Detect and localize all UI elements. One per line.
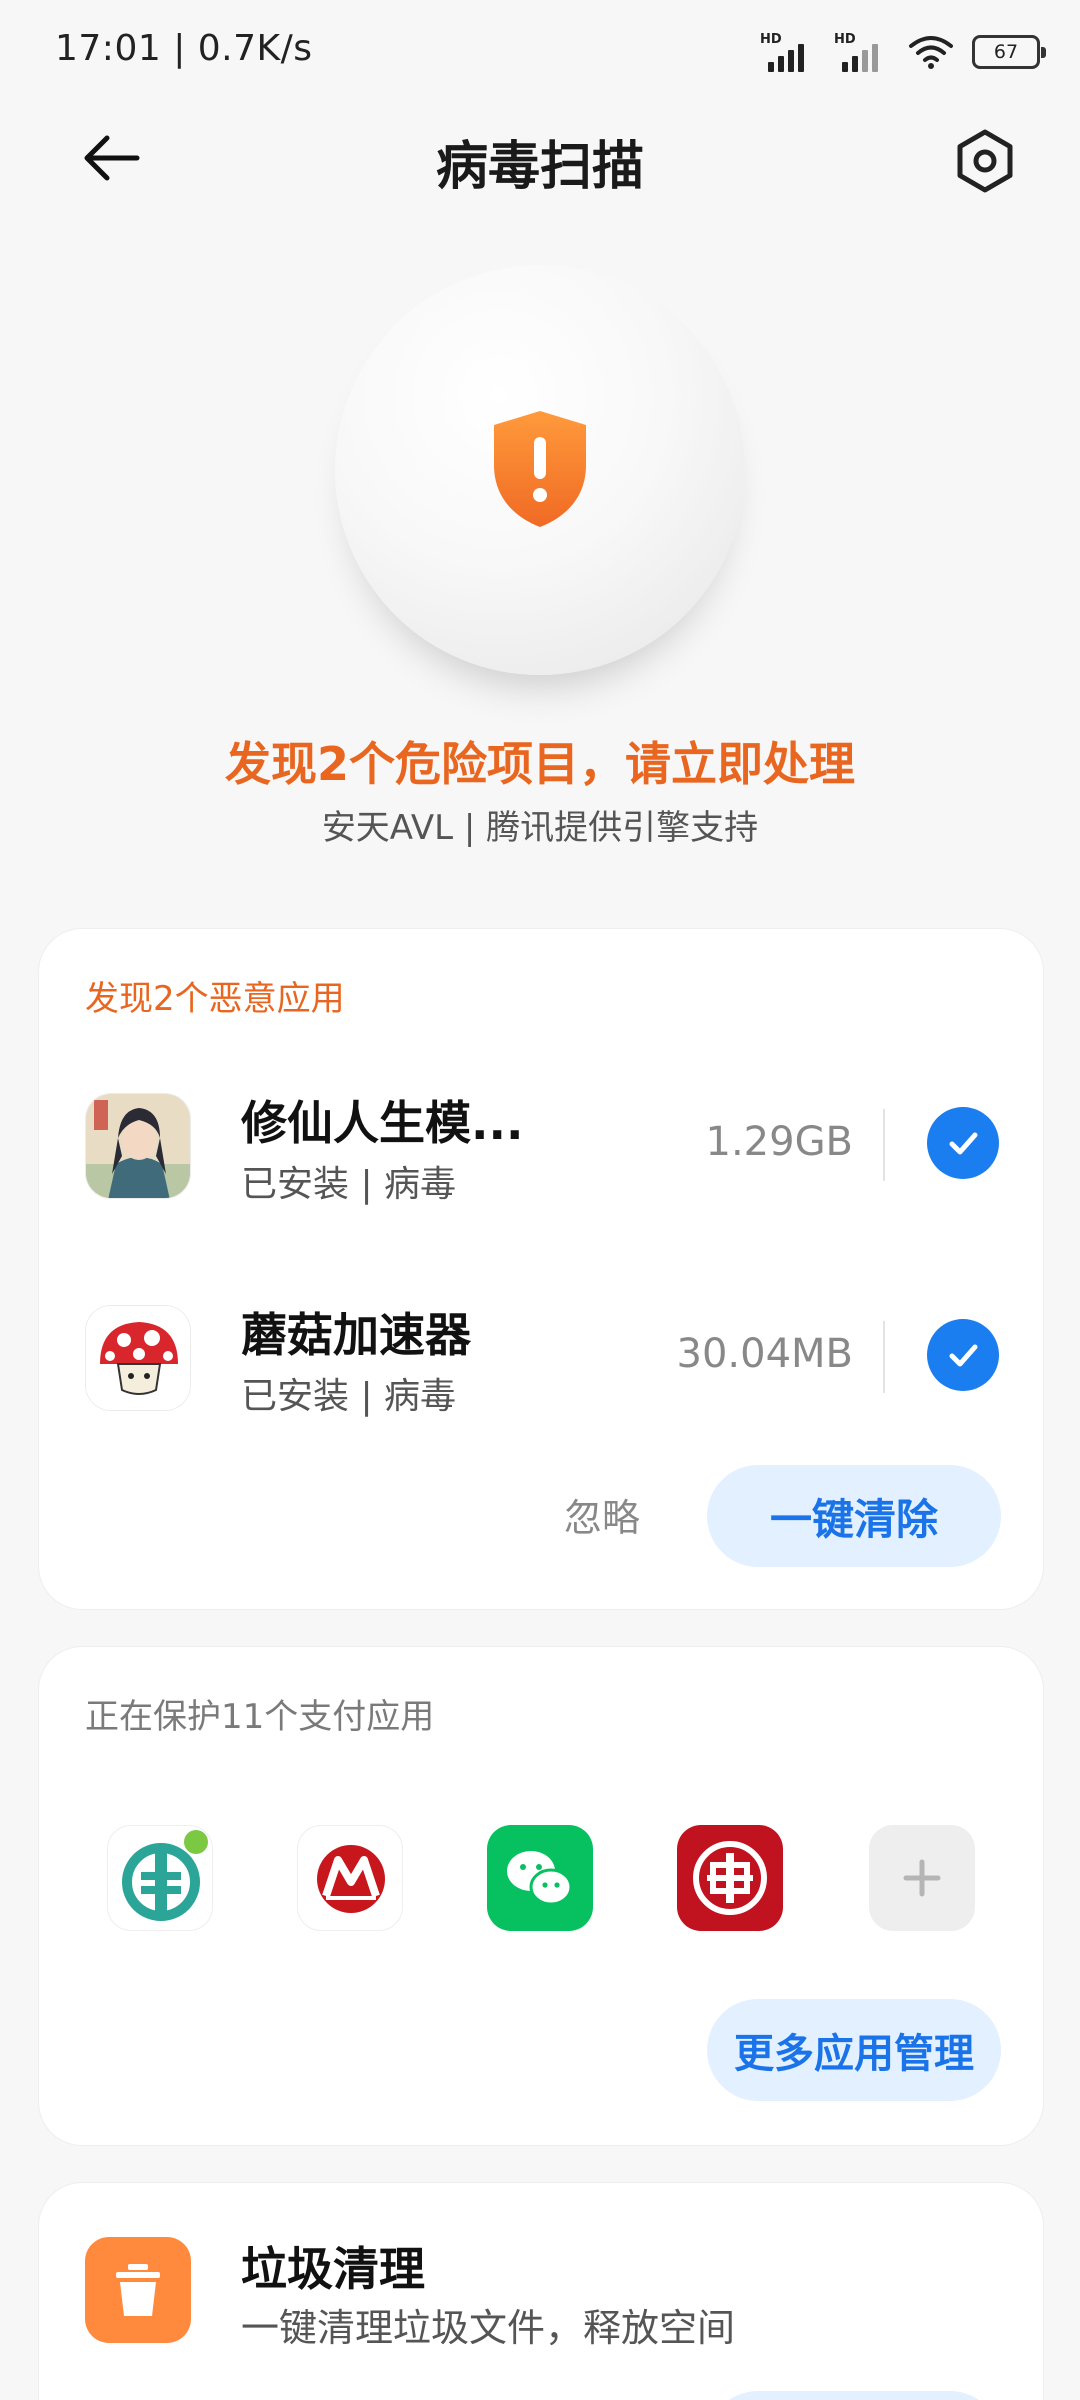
select-checkbox[interactable] <box>927 1107 999 1179</box>
checkmark-icon <box>949 1344 978 1367</box>
list-item[interactable]: 蘑菇加速器 已安装 | 病毒 30.04MB <box>39 1285 1045 1435</box>
nav-bar: 病毒扫描 <box>0 100 1080 220</box>
engine-credit: 安天AVL | 腾讯提供引擎支持 <box>321 808 759 848</box>
malware-card-title: 发现2个恶意应用 <box>85 979 345 1019</box>
settings-icon[interactable] <box>950 126 1020 196</box>
junk-clean-button[interactable] <box>707 2391 1001 2400</box>
battery-level: 67 <box>993 41 1019 63</box>
signal-2-icon: HD <box>834 32 890 72</box>
cmb-bank-icon[interactable] <box>297 1825 403 1931</box>
divider <box>883 1109 885 1181</box>
divider <box>883 1321 885 1393</box>
app-name: 修仙人生模... <box>241 1096 524 1150</box>
signal-1-icon: HD <box>760 32 816 72</box>
ignore-button[interactable]: 忽略 <box>564 1487 640 1542</box>
wifi-icon <box>909 36 953 69</box>
malware-card: 发现2个恶意应用 修仙人生模... 已安装 | 病毒 1.29GB 蘑菇加速器 … <box>38 928 1044 1610</box>
junk-clean-card[interactable]: 垃圾清理 一键清理垃圾文件，释放空间 <box>38 2182 1044 2400</box>
page-title: 病毒扫描 <box>435 137 644 197</box>
select-checkbox[interactable] <box>927 1319 999 1391</box>
app-size: 30.04MB <box>676 1331 853 1377</box>
app-name: 蘑菇加速器 <box>241 1308 471 1362</box>
list-item[interactable]: 修仙人生模... 已安装 | 病毒 1.29GB <box>39 1073 1045 1223</box>
payment-apps-row <box>39 1825 1045 1935</box>
abc-bank-icon[interactable] <box>107 1825 213 1931</box>
xiuxian-game-icon <box>85 1093 191 1199</box>
status-icons: HD HD 67 <box>760 30 1046 74</box>
app-status: 已安装 | 病毒 <box>241 1164 457 1205</box>
status-bar: 17:01 | 0.7K/s HD HD 67 <box>0 0 1080 100</box>
app-status: 已安装 | 病毒 <box>241 1376 457 1417</box>
more-app-management-button[interactable]: 更多应用管理 <box>707 1999 1001 2101</box>
junk-clean-title: 垃圾清理 <box>241 2242 425 2296</box>
icbc-bank-icon[interactable] <box>677 1825 783 1931</box>
payment-card-title: 正在保护11个支付应用 <box>85 1697 435 1737</box>
status-time: 17:01 | 0.7K/s <box>55 28 313 69</box>
battery-icon: 67 <box>972 35 1046 69</box>
danger-headline: 发现2个危险项目，请立即处理 <box>224 737 855 791</box>
add-icon[interactable] <box>869 1825 975 1931</box>
trash-icon <box>85 2237 191 2343</box>
wechat-icon[interactable] <box>487 1825 593 1931</box>
app-size: 1.29GB <box>705 1119 854 1165</box>
warning-shield-icon <box>494 411 586 527</box>
one-click-clean-button[interactable]: 一键清除 <box>707 1465 1001 1567</box>
junk-clean-subtitle: 一键清理垃圾文件，释放空间 <box>241 2306 736 2350</box>
scan-status-sphere <box>335 265 745 675</box>
checkmark-icon <box>949 1132 978 1155</box>
payment-protection-card: 正在保护11个支付应用 更多应用管理 <box>38 1646 1044 2146</box>
mushroom-accelerator-icon <box>85 1305 191 1411</box>
